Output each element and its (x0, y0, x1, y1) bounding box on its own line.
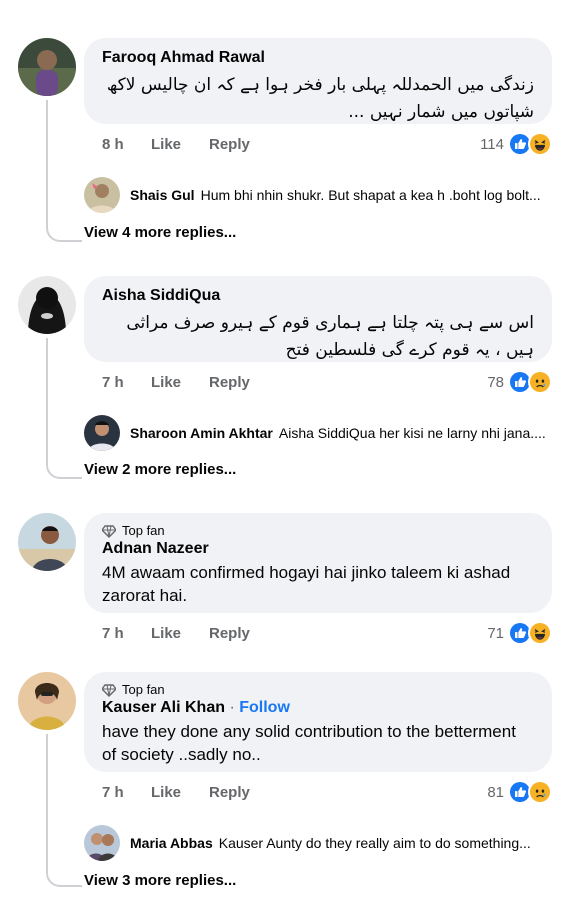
like-button[interactable]: Like (151, 784, 209, 801)
reaction-summary[interactable]: 78 (487, 370, 552, 394)
like-button[interactable]: Like (151, 136, 209, 153)
follow-button[interactable]: Follow (239, 699, 290, 716)
comment-text: اس سے ہی پتہ چلتا ہے ہماری قوم کے ہیرو ص… (126, 313, 534, 360)
comment-time[interactable]: 7 h (102, 625, 151, 642)
badge-label: Top fan (122, 523, 165, 538)
sad-reaction-icon (528, 780, 552, 804)
separator-dot: · (229, 699, 235, 716)
comment-text: زندگی میں الحمدللہ پہلی بار فخر ہوا ہے ک… (106, 75, 534, 122)
comment-author[interactable]: Adnan Nazeer (102, 539, 534, 559)
reaction-count: 78 (487, 373, 504, 391)
thread-connector (46, 445, 82, 479)
reaction-summary[interactable]: 114 (480, 132, 552, 156)
comment-time[interactable]: 8 h (102, 136, 151, 153)
avatar[interactable] (18, 276, 76, 334)
haha-reaction-icon (528, 621, 552, 645)
reply-text: Aisha SiddiQua her kisi ne larny nhi jan… (278, 425, 546, 441)
reply-button[interactable]: Reply (209, 136, 250, 153)
reaction-count: 114 (480, 135, 504, 153)
diamond-icon (102, 684, 116, 697)
comment-actions: 8 h Like Reply 114 (102, 132, 552, 156)
thread-connector (46, 208, 82, 242)
comment-bubble: Top fan Adnan Nazeer 4M awaam confirmed … (84, 513, 552, 613)
reply-author[interactable]: Shais Gul (130, 187, 195, 203)
reaction-summary[interactable]: 71 (487, 621, 552, 645)
comment-time[interactable]: 7 h (102, 784, 151, 801)
avatar[interactable] (18, 513, 76, 571)
reply-preview[interactable]: Sharoon Amin Akhtar Aisha SiddiQua her k… (84, 415, 552, 451)
comment-header: Kauser Ali Khan · Follow (102, 698, 534, 718)
avatar[interactable] (18, 38, 76, 96)
reply-text: Hum bhi nhin shukr. But shapat a kea h .… (200, 187, 541, 203)
reply-author[interactable]: Maria Abbas (130, 835, 213, 851)
reaction-count: 71 (487, 624, 504, 642)
reply-author[interactable]: Sharoon Amin Akhtar (130, 425, 273, 441)
reply-avatar[interactable] (84, 825, 120, 861)
top-fan-badge: Top fan (102, 682, 534, 698)
like-button[interactable]: Like (151, 374, 209, 391)
comment-actions: 7 h Like Reply 71 (102, 621, 552, 645)
comment-author[interactable]: Aisha SiddiQua (102, 286, 534, 306)
comment-author[interactable]: Farooq Ahmad Rawal (102, 48, 534, 68)
reaction-summary[interactable]: 81 (487, 780, 552, 804)
comment-text: 4M awaam confirmed hogayi hai jinko tale… (102, 563, 511, 605)
comment-text: have they done any solid contribution to… (102, 722, 516, 764)
thread-line (46, 734, 48, 870)
top-fan-badge: Top fan (102, 523, 534, 539)
comment-actions: 7 h Like Reply 78 (102, 370, 552, 394)
badge-label: Top fan (122, 682, 165, 697)
comment-time[interactable]: 7 h (102, 374, 151, 391)
reply-avatar[interactable] (84, 415, 120, 451)
diamond-icon (102, 525, 116, 538)
reply-avatar[interactable] (84, 177, 120, 213)
view-more-replies-link[interactable]: View 3 more replies... (84, 872, 236, 889)
comment-actions: 7 h Like Reply 81 (102, 780, 552, 804)
reply-button[interactable]: Reply (209, 784, 250, 801)
like-button[interactable]: Like (151, 625, 209, 642)
reply-button[interactable]: Reply (209, 374, 250, 391)
comment-bubble: Aisha SiddiQua اس سے ہی پتہ چلتا ہے ہمار… (84, 276, 552, 362)
comment-author[interactable]: Kauser Ali Khan (102, 699, 225, 716)
reply-preview[interactable]: Maria Abbas Kauser Aunty do they really … (84, 825, 552, 861)
sad-reaction-icon (528, 370, 552, 394)
view-more-replies-link[interactable]: View 2 more replies... (84, 461, 236, 478)
reply-button[interactable]: Reply (209, 625, 250, 642)
reply-preview[interactable]: Shais Gul Hum bhi nhin shukr. But shapat… (84, 177, 552, 213)
reaction-count: 81 (487, 783, 504, 801)
reply-text: Kauser Aunty do they really aim to do so… (218, 835, 531, 851)
haha-reaction-icon (528, 132, 552, 156)
comment-bubble: Farooq Ahmad Rawal زندگی میں الحمدللہ پہ… (84, 38, 552, 124)
thread-connector (46, 853, 82, 887)
view-more-replies-link[interactable]: View 4 more replies... (84, 224, 236, 241)
comment-bubble: Top fan Kauser Ali Khan · Follow have th… (84, 672, 552, 772)
avatar[interactable] (18, 672, 76, 730)
